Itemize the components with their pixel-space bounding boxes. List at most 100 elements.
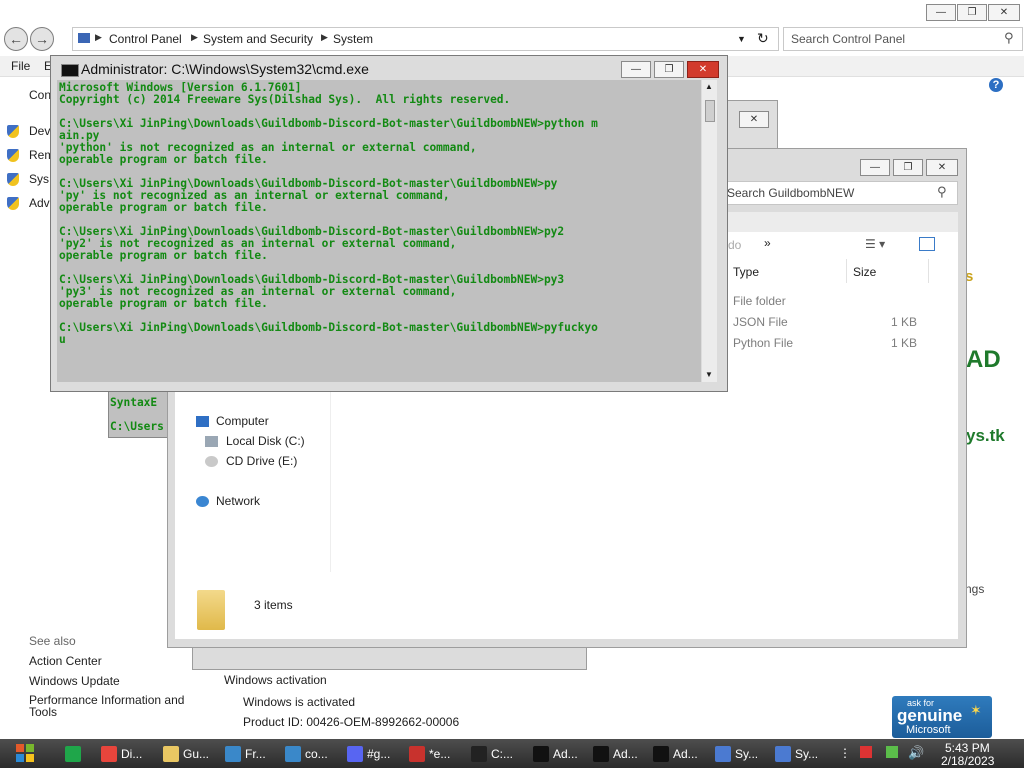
- toolbar-fragment: do: [728, 238, 742, 252]
- cmd-scrollbar[interactable]: ▲ ▼: [702, 80, 717, 382]
- taskbar-item[interactable]: #g...: [344, 740, 402, 767]
- star-icon: ✶: [970, 702, 982, 718]
- file-type-cell[interactable]: File folder: [733, 294, 786, 308]
- scroll-down-icon[interactable]: ▼: [705, 370, 713, 379]
- column-separator[interactable]: [928, 259, 929, 283]
- scroll-thumb[interactable]: [705, 100, 715, 122]
- taskbar-item[interactable]: co...: [282, 740, 340, 767]
- help-icon[interactable]: ?: [989, 78, 1003, 92]
- control-panel-address-bar: ← → ▶ Control Panel ▶ System and Securit…: [0, 24, 1024, 54]
- breadcrumb-control-panel[interactable]: Control Panel: [109, 32, 182, 46]
- file-size-cell[interactable]: 1 KB: [891, 315, 917, 329]
- forward-button[interactable]: →: [30, 27, 54, 51]
- taskbar-item[interactable]: Di...: [98, 740, 156, 767]
- close-button[interactable]: ✕: [687, 61, 719, 78]
- control-panel-home-link[interactable]: Con: [29, 88, 51, 102]
- edge-fragment: ys.tk: [966, 426, 1005, 445]
- close-button[interactable]: ✕: [926, 159, 958, 176]
- chevron-down-icon[interactable]: ▼: [737, 34, 746, 44]
- device-manager-link[interactable]: Dev: [29, 124, 50, 138]
- windows-update-link[interactable]: Windows Update: [29, 674, 120, 688]
- taskbar-item[interactable]: Ad...: [590, 740, 648, 767]
- address-box[interactable]: ▶ Control Panel ▶ System and Security ▶ …: [72, 27, 779, 51]
- minimize-button[interactable]: —: [860, 159, 890, 176]
- control-panel-search-input[interactable]: Search Control Panel ⚲: [783, 27, 1023, 51]
- nav-item-local-disk[interactable]: Local Disk (C:): [226, 434, 305, 448]
- maximize-button[interactable]: ❐: [957, 4, 987, 21]
- scroll-up-icon[interactable]: ▲: [705, 82, 713, 91]
- action-center-flag-icon[interactable]: [860, 746, 872, 758]
- system-protection-link[interactable]: Sys: [29, 172, 49, 186]
- system-icon: [775, 746, 791, 762]
- search-icon[interactable]: ⚲: [937, 184, 947, 200]
- search-icon[interactable]: ⚲: [1004, 30, 1014, 46]
- taskbar-item[interactable]: Sy...: [772, 740, 830, 767]
- volume-icon[interactable]: 🔊: [908, 745, 924, 761]
- maximize-button[interactable]: ❐: [893, 159, 923, 176]
- edge-fragment: ngs: [965, 582, 985, 596]
- nav-item-computer[interactable]: Computer: [216, 414, 269, 428]
- more-commands-icon[interactable]: »: [764, 236, 771, 250]
- arrow-right-icon: →: [35, 31, 49, 47]
- taskbar-item[interactable]: Ad...: [530, 740, 588, 767]
- minimize-button[interactable]: —: [621, 61, 651, 78]
- menu-file[interactable]: File: [11, 59, 30, 73]
- taskbar-item-label: Di...: [121, 747, 143, 761]
- notepad-icon: [409, 746, 425, 762]
- action-center-link[interactable]: Action Center: [29, 654, 102, 668]
- column-separator[interactable]: [846, 259, 847, 283]
- taskbar-item[interactable]: Sy...: [712, 740, 770, 767]
- nav-item-network[interactable]: Network: [216, 494, 260, 508]
- close-button[interactable]: ✕: [988, 4, 1020, 21]
- console-fragment-line: SyntaxE: [110, 396, 158, 409]
- preview-pane-icon[interactable]: [919, 237, 935, 251]
- explorer-search-input[interactable]: Search GuildbombNEW ⚲: [722, 181, 958, 205]
- file-size-cell[interactable]: 1 KB: [891, 336, 917, 350]
- windows-logo-icon: [16, 754, 24, 762]
- editor-icon: [285, 746, 301, 762]
- file-type-cell[interactable]: JSON File: [733, 315, 788, 329]
- start-button[interactable]: [5, 739, 45, 768]
- breadcrumb-system[interactable]: System: [333, 32, 373, 46]
- taskbar-item-label: Ad...: [673, 747, 698, 761]
- badge-main-text: genuine: [897, 706, 963, 725]
- advanced-system-settings-link[interactable]: Adv: [29, 196, 50, 210]
- nav-pane-divider[interactable]: [330, 392, 331, 572]
- taskbar-item[interactable]: [62, 740, 92, 767]
- chevron-right-icon: ▶: [321, 32, 328, 42]
- genuine-microsoft-badge[interactable]: ask for genuine ✶ Microsoft: [892, 696, 992, 738]
- performance-information-link[interactable]: Performance Information and Tools: [29, 694, 199, 718]
- column-header-size[interactable]: Size: [853, 265, 876, 279]
- taskbar-item-label: #g...: [367, 747, 391, 761]
- clock-date[interactable]: 2/18/2023: [941, 754, 994, 768]
- column-header-type[interactable]: Type: [733, 265, 759, 279]
- minimize-button[interactable]: —: [926, 4, 956, 21]
- activation-heading: Windows activation: [224, 673, 327, 687]
- overflow-icon[interactable]: ⋮: [839, 746, 851, 760]
- network-icon: [196, 496, 209, 507]
- taskbar-item[interactable]: *e...: [406, 740, 464, 767]
- chrome-icon: [101, 746, 117, 762]
- close-button[interactable]: ✕: [739, 111, 769, 128]
- windows-logo-icon: [26, 754, 34, 762]
- breadcrumb-system-and-security[interactable]: System and Security: [203, 32, 313, 46]
- taskbar-item[interactable]: Ad...: [650, 740, 708, 767]
- file-type-cell[interactable]: Python File: [733, 336, 793, 350]
- taskbar-item-label: Sy...: [735, 747, 759, 761]
- maximize-button[interactable]: ❐: [654, 61, 684, 78]
- shield-icon: [7, 149, 19, 162]
- cmd-icon: [653, 746, 669, 762]
- taskbar-item-label: C:...: [491, 747, 514, 761]
- taskbar-item[interactable]: C:...: [468, 740, 526, 767]
- network-tray-icon[interactable]: [886, 746, 898, 758]
- clock-time[interactable]: 5:43 PM: [945, 741, 990, 755]
- taskbar-item[interactable]: Gu...: [160, 740, 218, 767]
- refresh-icon[interactable]: ↻: [757, 30, 769, 47]
- view-options-icon[interactable]: ☰ ▾: [865, 237, 885, 251]
- taskbar-item[interactable]: Fr...: [222, 740, 280, 767]
- nav-item-cd-drive[interactable]: CD Drive (E:): [226, 454, 297, 468]
- back-button[interactable]: ←: [4, 27, 28, 51]
- cmd-icon: [593, 746, 609, 762]
- taskbar-item-label: Ad...: [613, 747, 638, 761]
- cmd-console[interactable]: Microsoft Windows [Version 6.1.7601] Cop…: [57, 80, 701, 382]
